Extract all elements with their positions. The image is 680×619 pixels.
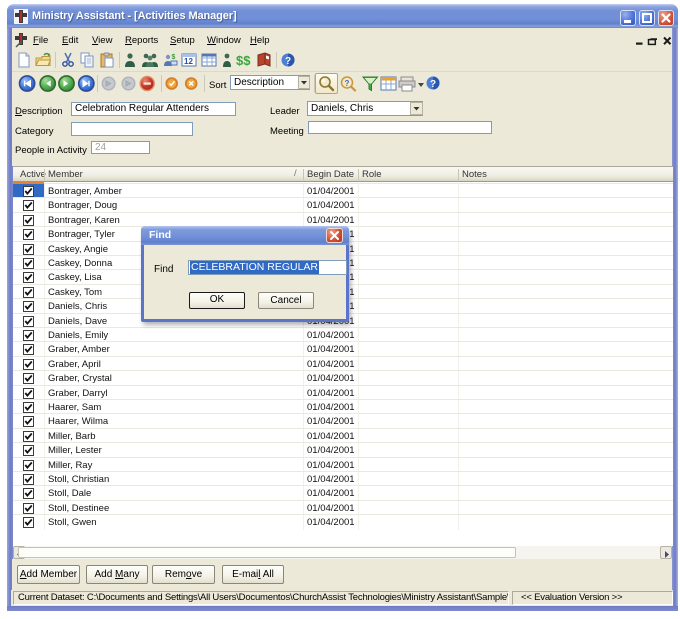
svg-text:$: $ (171, 54, 175, 61)
svg-text:?: ? (430, 79, 436, 90)
svg-text:?: ? (285, 56, 291, 67)
svg-text:?: ? (345, 79, 350, 88)
svg-text:$$: $$ (236, 53, 251, 68)
svg-text:12: 12 (184, 57, 193, 66)
